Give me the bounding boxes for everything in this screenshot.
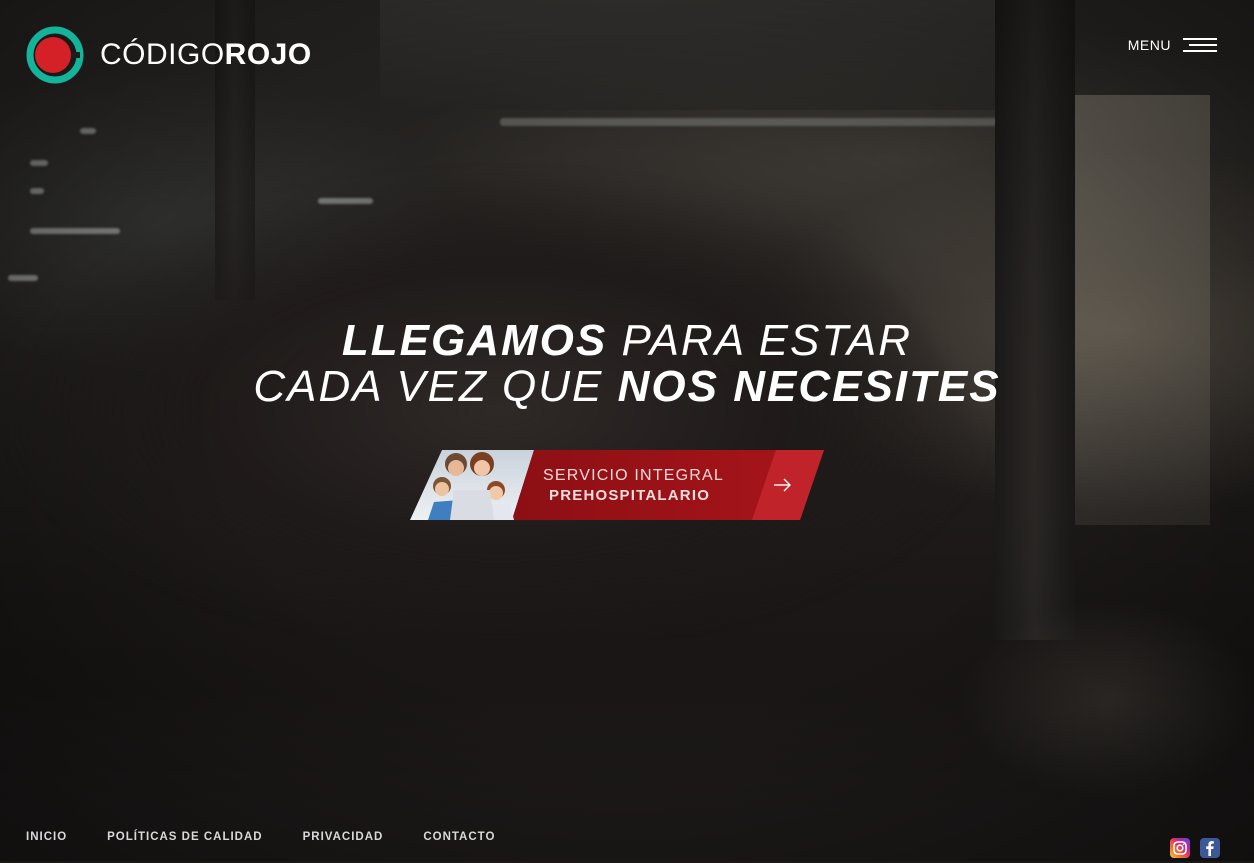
menu-button[interactable]: MENU [1128, 36, 1217, 54]
codigo-rojo-logo-icon [26, 26, 84, 84]
cta-line-2: PREHOSPITALARIO [549, 487, 711, 504]
hero-line-1-light: PARA ESTAR [621, 316, 913, 365]
hamburger-icon [1183, 36, 1217, 54]
footer-link-contacto[interactable]: CONTACTO [423, 831, 495, 843]
hero-line-2-light: CADA VEZ QUE [253, 362, 604, 411]
footer-link-politicas-de-calidad[interactable]: POLÍTICAS DE CALIDAD [107, 831, 262, 843]
hero-line-1-bold: LLEGAMOS [341, 316, 608, 365]
brand-name-bold: ROJO [224, 38, 312, 71]
hero-line-1: LLEGAMOS PARA ESTAR [0, 318, 1254, 364]
arrow-right-icon [774, 478, 791, 492]
cta-line-1: SERVICIO INTEGRAL [543, 467, 725, 484]
hero-background-video [0, 0, 1254, 861]
footer-link-inicio[interactable]: INICIO [26, 831, 67, 843]
hero-headline: LLEGAMOS PARA ESTAR CADA VEZ QUE NOS NEC… [0, 318, 1254, 410]
social-links [1160, 838, 1220, 858]
brand-name-light: CÓDIGO [100, 38, 225, 71]
footer-nav: INICIO POLÍTICAS DE CALIDAD PRIVACIDAD C… [26, 831, 535, 843]
hero-line-2: CADA VEZ QUE NOS NECESITES [0, 364, 1254, 410]
brand-name: CÓDIGOROJO [100, 40, 312, 70]
facebook-icon[interactable] [1200, 838, 1220, 858]
instagram-icon[interactable] [1170, 838, 1190, 858]
brand-logo[interactable]: CÓDIGOROJO [26, 26, 312, 84]
family-photo [428, 452, 514, 520]
hero-line-2-bold: NOS NECESITES [617, 362, 1001, 411]
servicio-integral-cta[interactable]: SERVICIO INTEGRAL PREHOSPITALARIO [410, 450, 824, 520]
footer-link-privacidad[interactable]: PRIVACIDAD [303, 831, 384, 843]
menu-label: MENU [1127, 37, 1171, 53]
